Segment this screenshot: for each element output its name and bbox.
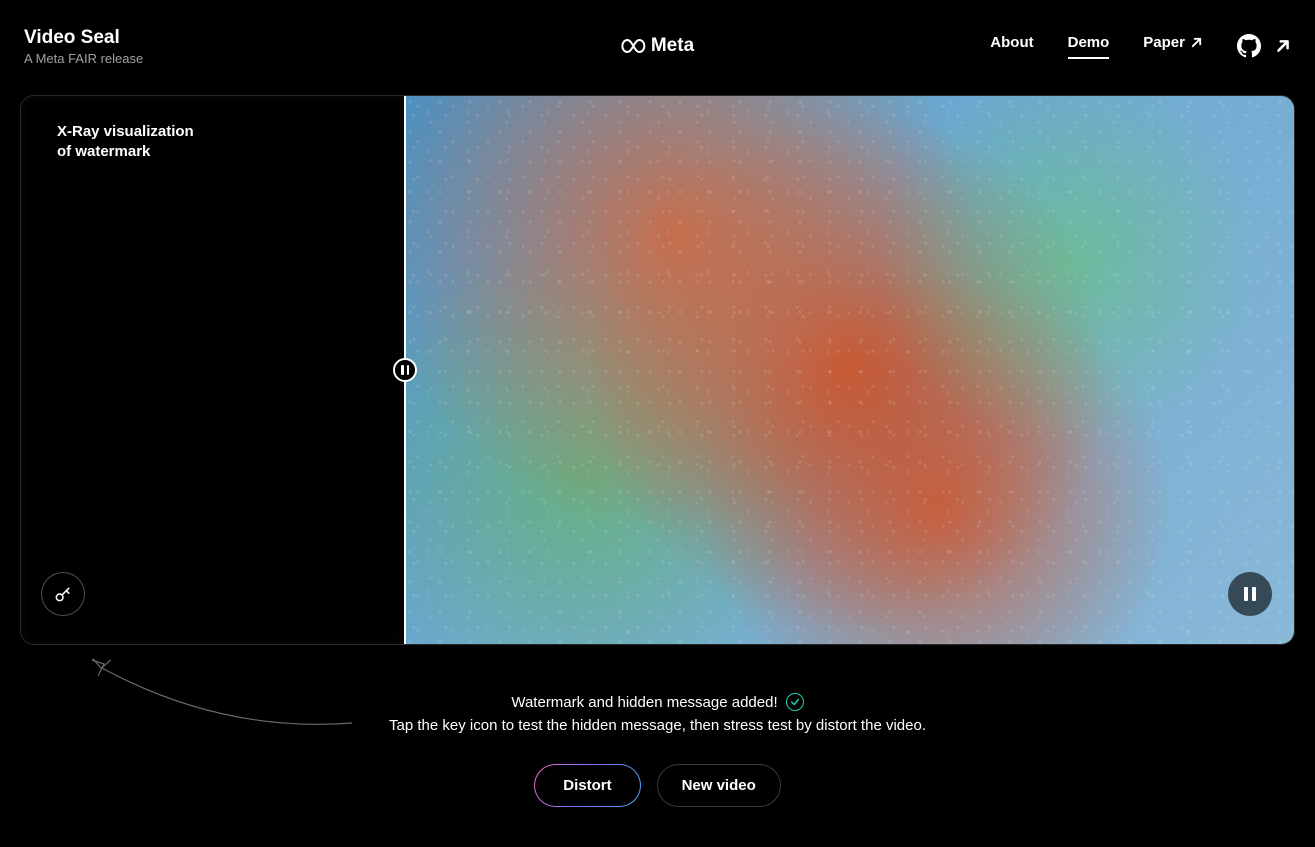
comparison-slider[interactable] [404, 96, 406, 644]
pause-button[interactable] [1228, 572, 1272, 616]
nav-paper-label: Paper [1143, 34, 1185, 51]
video-panel [404, 96, 1294, 644]
video-comparison-container: X-Ray visualization of watermark [20, 95, 1295, 645]
xray-label-line1: X-Ray visualization [57, 122, 194, 142]
external-link-icon [1190, 36, 1203, 49]
main-nav: About Demo Paper [990, 34, 1291, 59]
nav-about[interactable]: About [990, 34, 1033, 59]
check-circle-icon [786, 693, 804, 711]
status-text: Watermark and hidden message added! [511, 694, 777, 711]
header: Video Seal A Meta FAIR release Meta Abou… [0, 0, 1315, 70]
github-link[interactable] [1237, 34, 1261, 58]
app-title: Video Seal [24, 27, 143, 49]
new-video-button[interactable]: New video [657, 764, 781, 807]
status-message-section: Watermark and hidden message added! Tap … [0, 693, 1315, 734]
key-button[interactable] [41, 572, 85, 616]
meta-logo[interactable]: Meta [621, 35, 694, 57]
instruction-text: Tap the key icon to test the hidden mess… [0, 717, 1315, 734]
app-subtitle: A Meta FAIR release [24, 51, 143, 66]
status-line: Watermark and hidden message added! [0, 693, 1315, 711]
slider-handle-icon [393, 358, 417, 382]
distort-button[interactable]: Distort [534, 764, 640, 807]
xray-texture [21, 96, 404, 644]
nav-paper[interactable]: Paper [1143, 34, 1203, 59]
key-icon [53, 584, 73, 604]
github-icon [1237, 34, 1261, 58]
external-link-icon [1275, 38, 1291, 54]
meta-infinity-icon [621, 38, 645, 54]
xray-label-line2: of watermark [57, 142, 194, 162]
action-buttons: Distort New video [0, 764, 1315, 807]
external-link-button[interactable] [1275, 38, 1291, 54]
nav-icons [1237, 34, 1291, 58]
branding: Video Seal A Meta FAIR release [24, 27, 143, 66]
xray-panel: X-Ray visualization of watermark [21, 96, 404, 644]
meta-logo-text: Meta [651, 35, 694, 57]
xray-label: X-Ray visualization of watermark [57, 122, 194, 161]
nav-demo[interactable]: Demo [1068, 34, 1110, 59]
video-frame-texture [404, 96, 1294, 644]
